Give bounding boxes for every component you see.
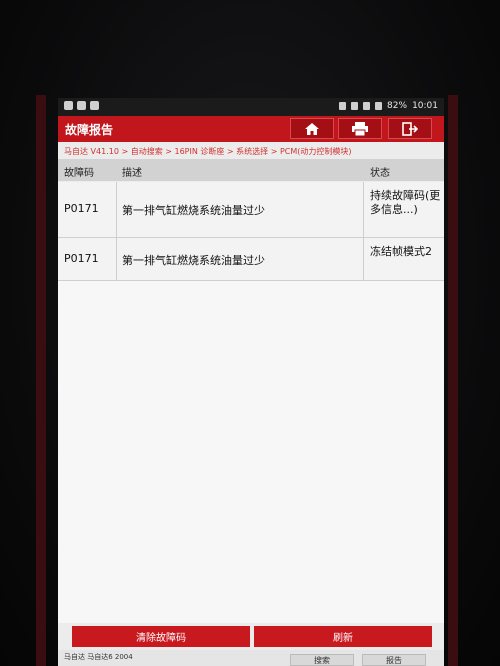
home-button[interactable] <box>290 118 334 139</box>
status-bar: 82% 10:01 <box>58 98 444 116</box>
table-empty-area <box>58 281 444 623</box>
column-header-code: 故障码 <box>64 168 94 179</box>
exit-icon <box>402 121 418 136</box>
battery-percent: 82% <box>387 101 408 111</box>
app-icon <box>90 101 99 110</box>
usb-icon <box>77 101 86 110</box>
screen: 82% 10:01 故障报告 马自达 V41.10 > 自动搜索 > 16PIN… <box>58 98 444 666</box>
column-header-status: 状态 <box>370 168 390 179</box>
notification-icon <box>64 101 73 110</box>
battery-icon <box>375 102 383 110</box>
print-button[interactable] <box>338 118 382 139</box>
home-icon <box>305 122 319 135</box>
breadcrumb: 马自达 V41.10 > 自动搜索 > 16PIN 诊断座 > 系统选择 > P… <box>64 147 352 156</box>
dtc-code: P0171 <box>64 252 99 265</box>
bluetooth-icon <box>351 102 359 110</box>
table-header: 故障码 描述 状态 <box>58 159 444 181</box>
clear-codes-button[interactable]: 清除故障码 <box>72 626 250 647</box>
page-title: 故障报告 <box>65 123 114 137</box>
device-bezel-left <box>36 95 46 666</box>
device-frame: 82% 10:01 故障报告 马自达 V41.10 > 自动搜索 > 16PIN… <box>0 0 500 666</box>
vehicle-info: 马自达 马自达6 2004 <box>64 653 133 661</box>
table-row[interactable]: P0171 第一排气缸燃烧系统油量过少 冻结帧模式2 <box>58 238 444 281</box>
print-icon <box>352 121 368 136</box>
search-button[interactable]: 搜索 <box>290 654 354 666</box>
footer: 马自达 马自达6 2004 搜索 报告 <box>58 650 444 666</box>
dtc-status[interactable]: 持续故障码(更多信息...) <box>370 189 442 217</box>
dtc-description: 第一排气缸燃烧系统油量过少 <box>122 204 265 217</box>
table-row[interactable]: P0171 第一排气缸燃烧系统油量过少 持续故障码(更多信息...) <box>58 182 444 238</box>
refresh-button[interactable]: 刷新 <box>254 626 432 647</box>
column-header-desc: 描述 <box>122 168 142 179</box>
title-bar: 故障报告 <box>58 116 444 142</box>
exit-button[interactable] <box>388 118 432 139</box>
action-bar: 清除故障码 刷新 <box>72 626 432 647</box>
dtc-status[interactable]: 冻结帧模式2 <box>370 245 442 259</box>
report-button[interactable]: 报告 <box>362 654 426 666</box>
wifi-icon <box>363 102 371 110</box>
device-bezel-right <box>448 95 458 666</box>
clock: 10:01 <box>412 101 438 111</box>
location-icon <box>339 102 347 110</box>
dtc-description: 第一排气缸燃烧系统油量过少 <box>122 254 265 267</box>
dtc-code: P0171 <box>64 202 99 215</box>
